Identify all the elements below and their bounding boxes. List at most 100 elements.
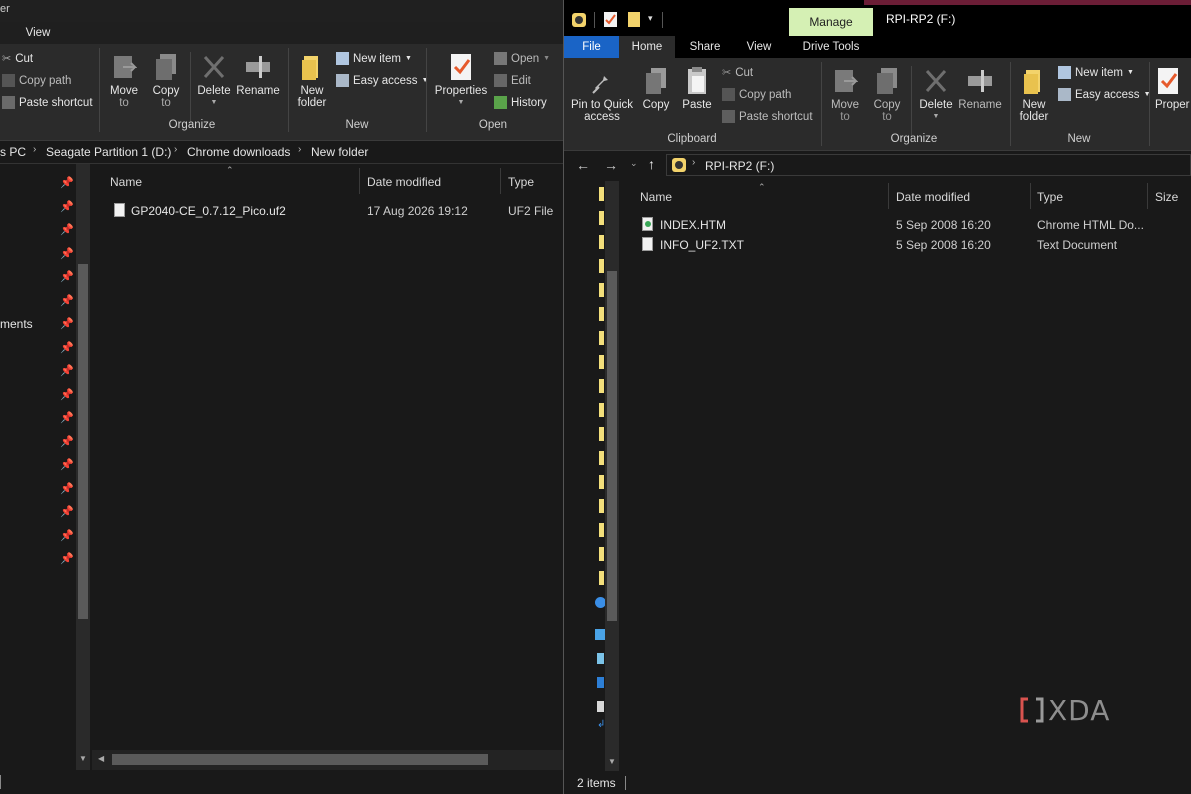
copy-path-button[interactable]: Copy path	[722, 88, 791, 101]
copy-button[interactable]: Copy	[638, 66, 674, 111]
open-button[interactable]: Open ▼	[494, 52, 550, 65]
scroll-down-arrow-icon[interactable]: ▼	[79, 754, 87, 763]
folder-icon[interactable]	[599, 331, 604, 345]
column-header-type[interactable]: Type	[1037, 190, 1063, 204]
manage-context-tab[interactable]: Manage	[789, 8, 873, 36]
address-bar[interactable]: › RPI-RP2 (F:)	[666, 154, 1191, 176]
cut-button[interactable]: ✂ Cut	[2, 52, 34, 66]
folder-icon[interactable]	[599, 403, 604, 417]
new-folder-icon[interactable]	[628, 12, 640, 27]
folder-icon[interactable]	[599, 547, 604, 561]
folder-icon[interactable]	[599, 499, 604, 513]
folder-icon[interactable]	[599, 451, 604, 465]
tab-view[interactable]: View	[736, 36, 782, 58]
delete-label: Delete	[197, 85, 231, 97]
horizontal-scrollbar[interactable]: ◀	[92, 750, 563, 770]
tab-drive-tools[interactable]: Drive Tools	[789, 36, 873, 58]
rename-button[interactable]: Rename	[236, 52, 280, 97]
documents-icon[interactable]	[597, 677, 604, 688]
folder-icon[interactable]	[599, 211, 604, 225]
column-header-type[interactable]: Type	[508, 175, 534, 189]
cut-label: Cut	[735, 66, 754, 79]
tab-file[interactable]: File	[564, 36, 619, 58]
paste-shortcut-button[interactable]: Paste shortcut	[722, 110, 813, 123]
desktop-icon[interactable]	[597, 653, 604, 664]
recent-locations-icon[interactable]: ⌄	[630, 158, 638, 169]
forward-arrow-icon[interactable]: →	[604, 157, 618, 173]
breadcrumb-item[interactable]: Chrome downloads	[187, 145, 290, 159]
nav-scrollbar-thumb[interactable]	[78, 264, 88, 619]
copy-path-button[interactable]: Copy path	[2, 74, 71, 87]
copy-to-button[interactable]: Copy to	[870, 66, 904, 123]
folder-icon[interactable]	[599, 235, 604, 249]
column-divider[interactable]	[1147, 183, 1148, 209]
move-to-button[interactable]: Move to	[828, 66, 862, 123]
column-divider[interactable]	[359, 168, 360, 194]
folder-icon[interactable]	[599, 379, 604, 393]
paste-shortcut-button[interactable]: Paste shortcut	[2, 96, 93, 109]
ribbon-separator	[821, 62, 822, 146]
copy-icon	[643, 66, 669, 96]
delete-button[interactable]: Delete ▼	[917, 66, 955, 123]
delete-button[interactable]: Delete ▼	[196, 52, 232, 109]
breadcrumb-item[interactable]: New folder	[311, 145, 368, 159]
chevron-down-icon: ▼	[404, 55, 412, 62]
pin-icon: 📌	[60, 553, 74, 565]
properties-button[interactable]: Properties ▼	[432, 52, 490, 109]
chevron-down-icon: ▼	[457, 99, 465, 106]
new-folder-button[interactable]: New folder	[1016, 66, 1052, 123]
paste-button[interactable]: Paste	[678, 66, 716, 111]
copy-to-button[interactable]: Copy to	[149, 52, 183, 109]
column-divider[interactable]	[888, 183, 889, 209]
horizontal-scrollbar-thumb[interactable]	[112, 754, 488, 765]
cut-button[interactable]: ✂ Cut	[722, 66, 754, 80]
folder-icon[interactable]	[599, 427, 604, 441]
folder-icon[interactable]	[599, 475, 604, 489]
nav-scrollbar-thumb[interactable]	[607, 271, 617, 621]
column-header-name[interactable]: Name	[640, 190, 672, 204]
folder-icon[interactable]	[599, 283, 604, 297]
breadcrumb-item[interactable]: Seagate Partition 1 (D:)	[46, 145, 171, 159]
folder-icon[interactable]	[599, 187, 604, 201]
column-header-size[interactable]: Size	[1155, 190, 1178, 204]
easy-access-button[interactable]: Easy access ▼	[1058, 88, 1151, 101]
column-divider[interactable]	[500, 168, 501, 194]
new-item-button[interactable]: New item ▼	[336, 52, 412, 65]
folder-icon[interactable]	[599, 355, 604, 369]
nav-item-label[interactable]: ments	[0, 317, 33, 331]
easy-access-button[interactable]: Easy access ▼	[336, 74, 429, 87]
tab-home[interactable]: Home	[619, 36, 675, 58]
cut-label: Cut	[15, 52, 34, 65]
edit-button[interactable]: Edit	[494, 74, 531, 87]
tab-share[interactable]: Share	[679, 36, 731, 58]
column-header-name[interactable]: Name	[110, 175, 142, 189]
folder-icon[interactable]	[599, 571, 604, 585]
pin-to-quick-access-button[interactable]: Pin to Quick access	[569, 66, 635, 123]
history-button[interactable]: History	[494, 96, 547, 109]
folder-icon[interactable]	[599, 259, 604, 273]
new-item-icon	[336, 52, 349, 65]
folder-icon[interactable]	[599, 307, 604, 321]
copy-path-label: Copy path	[739, 88, 792, 101]
xda-logo-icon	[1020, 697, 1044, 723]
properties-button[interactable]: Proper	[1155, 66, 1191, 111]
properties-check-icon[interactable]	[604, 12, 617, 27]
up-arrow-icon[interactable]: ↑	[648, 156, 655, 172]
breadcrumb-item[interactable]: RPI-RP2 (F:)	[705, 159, 774, 173]
new-item-button[interactable]: New item ▼	[1058, 66, 1134, 79]
qat-dropdown-icon[interactable]: ▾	[648, 13, 653, 24]
column-header-date[interactable]: Date modified	[896, 190, 970, 204]
downloads-icon[interactable]	[597, 701, 604, 712]
tab-view[interactable]: View	[18, 22, 58, 44]
left-address-bar[interactable]: s PC › Seagate Partition 1 (D:) › Chrome…	[0, 141, 563, 164]
new-folder-button[interactable]: New folder	[294, 52, 330, 109]
folder-icon[interactable]	[599, 523, 604, 537]
breadcrumb-item[interactable]: s PC	[0, 145, 26, 159]
back-arrow-icon[interactable]: ←	[576, 157, 590, 173]
column-divider[interactable]	[1030, 183, 1031, 209]
column-header-date[interactable]: Date modified	[367, 175, 441, 189]
scroll-down-arrow-icon[interactable]: ▼	[608, 757, 616, 766]
scroll-left-arrow-icon[interactable]: ◀	[98, 754, 104, 763]
rename-button[interactable]: Rename	[958, 66, 1002, 111]
move-to-button[interactable]: Move to	[107, 52, 141, 109]
